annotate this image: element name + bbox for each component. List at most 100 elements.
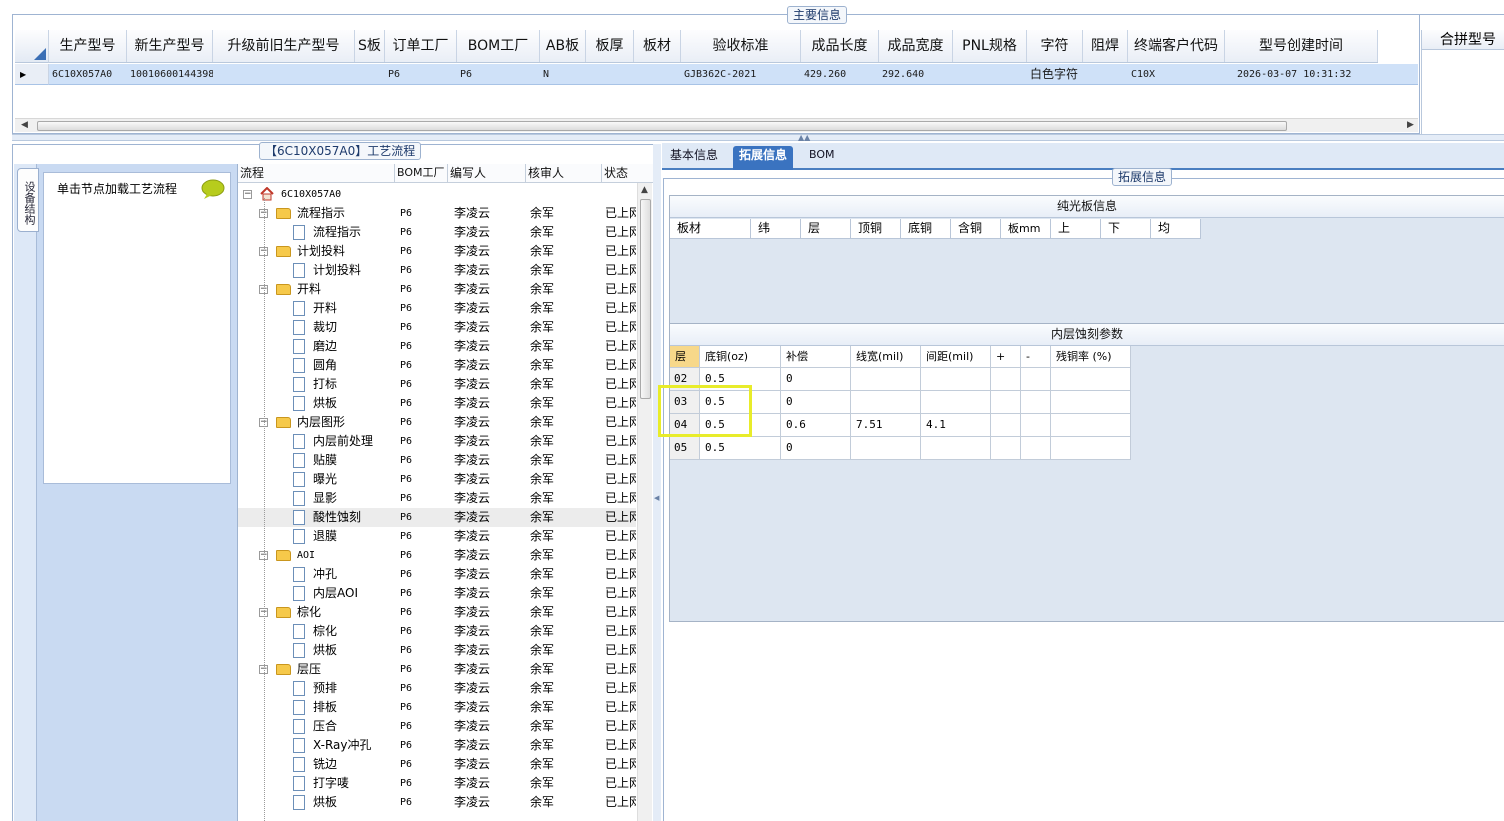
tree-row[interactable]: − 棕化 P6 李凌云 余军 已上网 [238, 603, 636, 622]
vscroll-thumb[interactable] [640, 199, 651, 399]
process-tree-vscroll[interactable]: ▲ [637, 183, 652, 821]
inner-etch-cell[interactable] [991, 368, 1021, 391]
tree-row[interactable]: − 计划投料 P6 李凌云 余军 已上网 [238, 242, 636, 261]
column-header[interactable]: 订单工厂 [385, 30, 457, 62]
column-header[interactable]: 新生产型号 [127, 30, 213, 62]
tree-row[interactable]: 烘板 P6 李凌云 余军 已上网 [238, 394, 636, 413]
inner-etch-cell[interactable] [1051, 437, 1131, 460]
tree-row[interactable]: X-Ray冲孔 P6 李凌云 余军 已上网 [238, 736, 636, 755]
plain-board-column[interactable]: 含铜 [951, 219, 1001, 239]
grid-cell[interactable]: 429.260 [801, 64, 879, 84]
grid-cell[interactable]: 2026-03-07 10:31:32 [1225, 64, 1378, 84]
collapse-icon[interactable]: − [243, 190, 252, 199]
inner-etch-cell[interactable] [991, 437, 1021, 460]
grid-cell[interactable] [586, 64, 634, 84]
tree-row[interactable]: 排板 P6 李凌云 余军 已上网 [238, 698, 636, 717]
inner-etch-cell[interactable] [1051, 391, 1131, 414]
tab-extended-info[interactable]: 拓展信息 [733, 146, 794, 170]
tree-row[interactable]: 计划投料 P6 李凌云 余军 已上网 [238, 261, 636, 280]
tree-row[interactable]: 预排 P6 李凌云 余军 已上网 [238, 679, 636, 698]
column-header[interactable]: 升级前旧生产型号 [213, 30, 355, 62]
grid-cell[interactable] [953, 64, 1027, 84]
tree-row[interactable]: 流程指示 P6 李凌云 余军 已上网 [238, 223, 636, 242]
inner-etch-cell[interactable]: 0 [781, 391, 851, 414]
tree-column-header[interactable]: 核审人 [526, 164, 602, 182]
tree-row[interactable]: 棕化 P6 李凌云 余军 已上网 [238, 622, 636, 641]
column-header[interactable]: 字符 [1027, 30, 1083, 62]
plain-board-column[interactable]: 均 [1151, 219, 1201, 239]
tree-row[interactable]: 冲孔 P6 李凌云 余军 已上网 [238, 565, 636, 584]
inner-etch-cell[interactable] [1051, 368, 1131, 391]
grid-cell[interactable]: N [540, 64, 586, 84]
inner-etch-cell[interactable]: 7.51 [851, 414, 921, 437]
tree-column-header[interactable]: 状态 [602, 164, 654, 182]
inner-etch-cell[interactable] [1021, 414, 1051, 437]
tree-row[interactable]: 压合 P6 李凌云 余军 已上网 [238, 717, 636, 736]
horizontal-splitter[interactable]: ▲▲ [12, 133, 1504, 142]
tab-basic-info[interactable]: 基本信息 [664, 146, 724, 170]
column-header[interactable]: 板厚 [586, 30, 634, 62]
inner-etch-cell[interactable] [991, 391, 1021, 414]
inner-etch-cell[interactable]: 4.1 [921, 414, 991, 437]
tree-row[interactable]: 酸性蚀刻 P6 李凌云 余军 已上网 [238, 508, 636, 527]
grid-cell[interactable]: P6 [457, 64, 540, 84]
inner-etch-cell[interactable]: 0.5 [700, 437, 781, 460]
tree-row[interactable]: − 流程指示 P6 李凌云 余军 已上网 [238, 204, 636, 223]
column-header[interactable]: 终端客户代码 [1128, 30, 1225, 62]
inner-etch-cell[interactable]: 0.6 [781, 414, 851, 437]
tree-row[interactable]: 铣边 P6 李凌云 余军 已上网 [238, 755, 636, 774]
inner-etch-cell[interactable] [921, 391, 991, 414]
grid-cell[interactable]: 10010600144398 [127, 64, 213, 84]
tree-row[interactable]: 打字唛 P6 李凌云 余军 已上网 [238, 774, 636, 793]
inner-etch-column[interactable]: 残铜率 (%) [1051, 346, 1131, 368]
column-header[interactable]: 板材 [634, 30, 681, 62]
grid-cell[interactable]: P6 [385, 64, 457, 84]
tree-column-header[interactable]: BOM工厂 [395, 164, 448, 182]
scroll-right-icon[interactable]: ▶ [1407, 120, 1414, 130]
column-header[interactable]: 阻焊 [1083, 30, 1128, 62]
tree-row[interactable]: 内层AOI P6 李凌云 余军 已上网 [238, 584, 636, 603]
grid-cell[interactable]: 292.640 [879, 64, 953, 84]
grid-cell[interactable] [213, 64, 355, 84]
tree-row[interactable]: 开料 P6 李凌云 余军 已上网 [238, 299, 636, 318]
inner-etch-cell[interactable]: 0 [781, 368, 851, 391]
grid-cell[interactable]: GJB362C-2021 [681, 64, 801, 84]
column-header[interactable]: AB板 [540, 30, 586, 62]
inner-etch-cell[interactable] [1051, 414, 1131, 437]
tree-row[interactable]: 内层前处理 P6 李凌云 余军 已上网 [238, 432, 636, 451]
tree-row[interactable]: 磨边 P6 李凌云 余军 已上网 [238, 337, 636, 356]
inner-etch-column[interactable]: 补偿 [781, 346, 851, 368]
plain-board-column[interactable]: 上 [1051, 219, 1101, 239]
inner-etch-cell[interactable] [991, 414, 1021, 437]
inner-etch-cell[interactable] [1021, 368, 1051, 391]
inner-etch-cell[interactable] [851, 437, 921, 460]
grid-cell[interactable] [634, 64, 681, 84]
column-header[interactable]: 验收标准 [681, 30, 801, 62]
tree-row[interactable]: 裁切 P6 李凌云 余军 已上网 [238, 318, 636, 337]
tab-bom[interactable]: BOM [803, 146, 841, 170]
inner-etch-cell[interactable] [921, 437, 991, 460]
tree-row[interactable]: 打标 P6 李凌云 余军 已上网 [238, 375, 636, 394]
inner-etch-cell[interactable] [921, 368, 991, 391]
column-header[interactable]: 成品宽度 [879, 30, 953, 62]
plain-board-column[interactable]: 底铜 [901, 219, 951, 239]
column-header[interactable]: 成品长度 [801, 30, 879, 62]
inner-etch-column[interactable]: - [1021, 346, 1051, 368]
tree-row[interactable]: 贴膜 P6 李凌云 余军 已上网 [238, 451, 636, 470]
scroll-left-icon[interactable]: ◀ [21, 120, 28, 130]
inner-etch-cell[interactable] [1021, 437, 1051, 460]
vertical-splitter[interactable]: ◀ [653, 144, 661, 821]
inner-etch-cell[interactable] [851, 391, 921, 414]
tree-row[interactable]: 烘板 P6 李凌云 余军 已上网 [238, 793, 636, 812]
plain-board-column[interactable]: 顶铜 [851, 219, 901, 239]
plain-board-column[interactable]: 板材 [670, 219, 751, 239]
tree-row[interactable]: 显影 P6 李凌云 余军 已上网 [238, 489, 636, 508]
column-header[interactable]: S板 [355, 30, 385, 62]
hscroll-thumb[interactable] [37, 121, 1287, 131]
plain-board-column[interactable]: 板mm [1001, 219, 1051, 239]
plain-board-column[interactable]: 下 [1101, 219, 1151, 239]
tree-column-header[interactable]: 流程 [238, 164, 395, 182]
inner-etch-cell[interactable] [851, 368, 921, 391]
inner-etch-column[interactable]: 底铜(oz) [700, 346, 781, 368]
grid-cell[interactable]: C10X [1128, 64, 1225, 84]
